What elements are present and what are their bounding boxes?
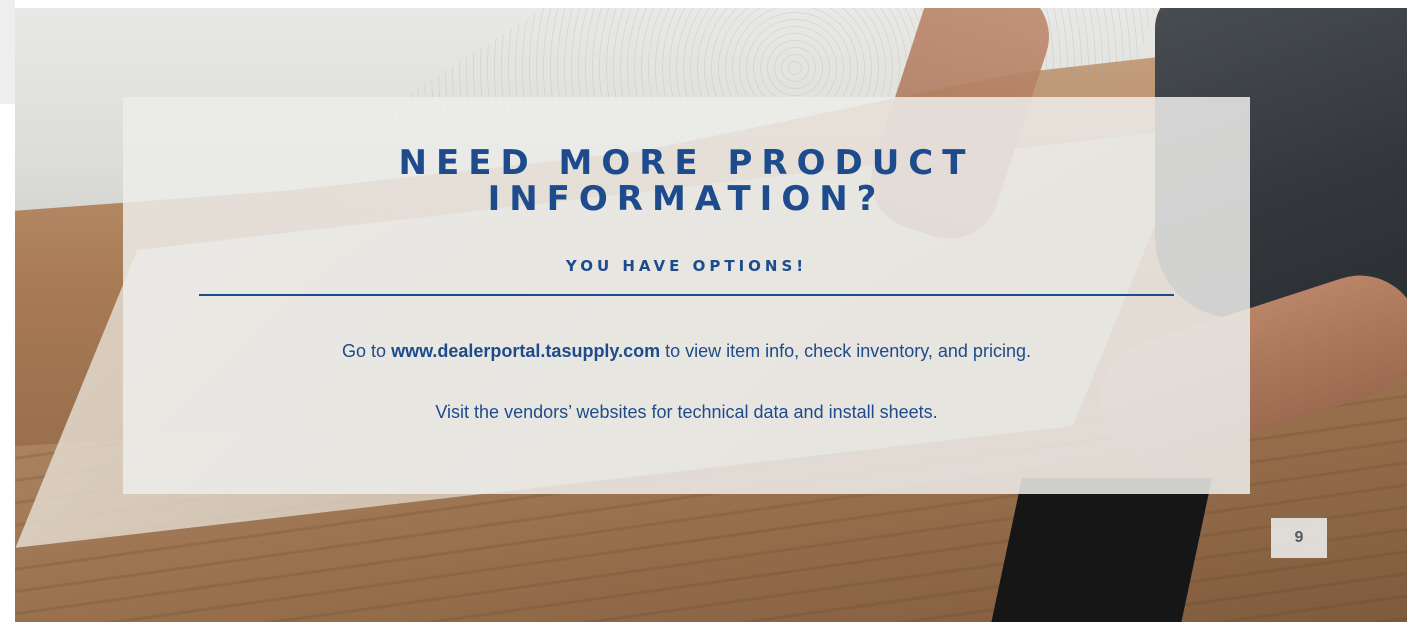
- vendor-instruction: Visit the vendors’ websites for technica…: [435, 402, 938, 422]
- slide-subtitle: YOU HAVE OPTIONS!: [565, 257, 808, 275]
- underlayment-pad: [987, 478, 1213, 622]
- portal-prefix: Go to: [342, 341, 392, 361]
- title-line-2: INFORMATION?: [487, 179, 886, 219]
- title-line-1: NEED MORE PRODUCT: [398, 143, 975, 183]
- dealer-portal-link[interactable]: www.dealerportal.tasupply.com: [391, 341, 660, 361]
- slide-title: NEED MORE PRODUCT INFORMATION?: [123, 145, 1250, 217]
- portal-instruction: Go to www.dealerportal.tasupply.com to v…: [123, 341, 1250, 362]
- info-panel: NEED MORE PRODUCT INFORMATION? YOU HAVE …: [123, 97, 1250, 494]
- corner-tab: [0, 0, 15, 104]
- slide: NEED MORE PRODUCT INFORMATION? YOU HAVE …: [0, 0, 1407, 622]
- portal-suffix: to view item info, check inventory, and …: [660, 341, 1031, 361]
- page-number: 9: [1271, 518, 1327, 558]
- divider-rule: [199, 294, 1174, 296]
